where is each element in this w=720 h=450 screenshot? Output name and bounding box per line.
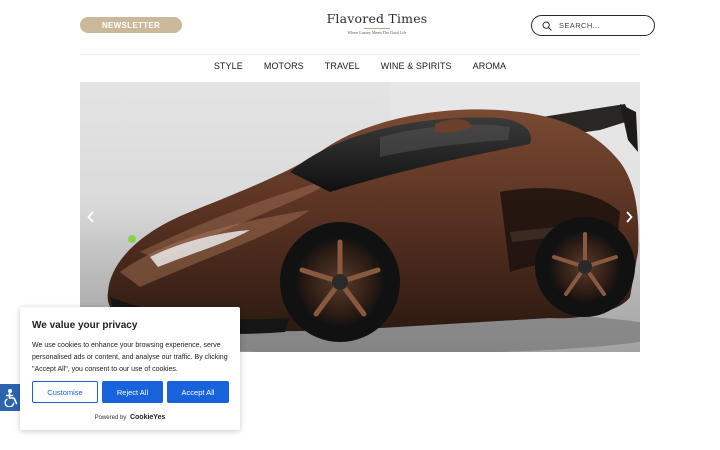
logo-title: Flavored Times (326, 11, 428, 26)
logo-divider (364, 28, 390, 29)
logo-tagline: Where Luxury Meets The Good Life (347, 30, 407, 35)
chevron-left-icon (87, 211, 95, 223)
cookie-consent-banner: We value your privacy We use cookies to … (20, 307, 240, 430)
powered-by: Powered by CookieYes (20, 414, 240, 421)
header-divider (80, 54, 640, 55)
main-nav: STYLE MOTORS TRAVEL WINE & SPIRITS AROMA (0, 59, 720, 73)
accessibility-icon (3, 388, 20, 407)
slider-next-button[interactable] (622, 208, 636, 226)
nav-item-travel[interactable]: TRAVEL (314, 59, 370, 73)
search-icon (542, 21, 559, 31)
nav-item-aroma[interactable]: AROMA (462, 59, 517, 73)
slider-prev-button[interactable] (84, 208, 98, 226)
nav-item-style[interactable]: STYLE (203, 59, 253, 73)
search-input[interactable] (559, 21, 644, 30)
search-box[interactable] (531, 15, 655, 36)
chevron-right-icon (625, 211, 633, 223)
cookie-banner-title: We value your privacy (32, 320, 138, 331)
powered-by-label: Powered by (94, 415, 127, 421)
cookieyes-logo[interactable]: CookieYes (130, 414, 165, 421)
nav-item-wine-spirits[interactable]: WINE & SPIRITS (370, 59, 462, 73)
accept-all-button[interactable]: Accept All (167, 381, 229, 403)
newsletter-button[interactable]: NEWSLETTER (80, 17, 182, 33)
cookie-button-group: Customise Reject All Accept All (32, 381, 229, 403)
cookie-banner-text: We use cookies to enhance your browsing … (32, 342, 228, 373)
nav-item-motors[interactable]: MOTORS (253, 59, 314, 73)
customise-button[interactable]: Customise (32, 381, 98, 403)
reject-all-button[interactable]: Reject All (102, 381, 163, 403)
site-logo[interactable]: Flavored Times Where Luxury Meets The Go… (318, 11, 436, 35)
